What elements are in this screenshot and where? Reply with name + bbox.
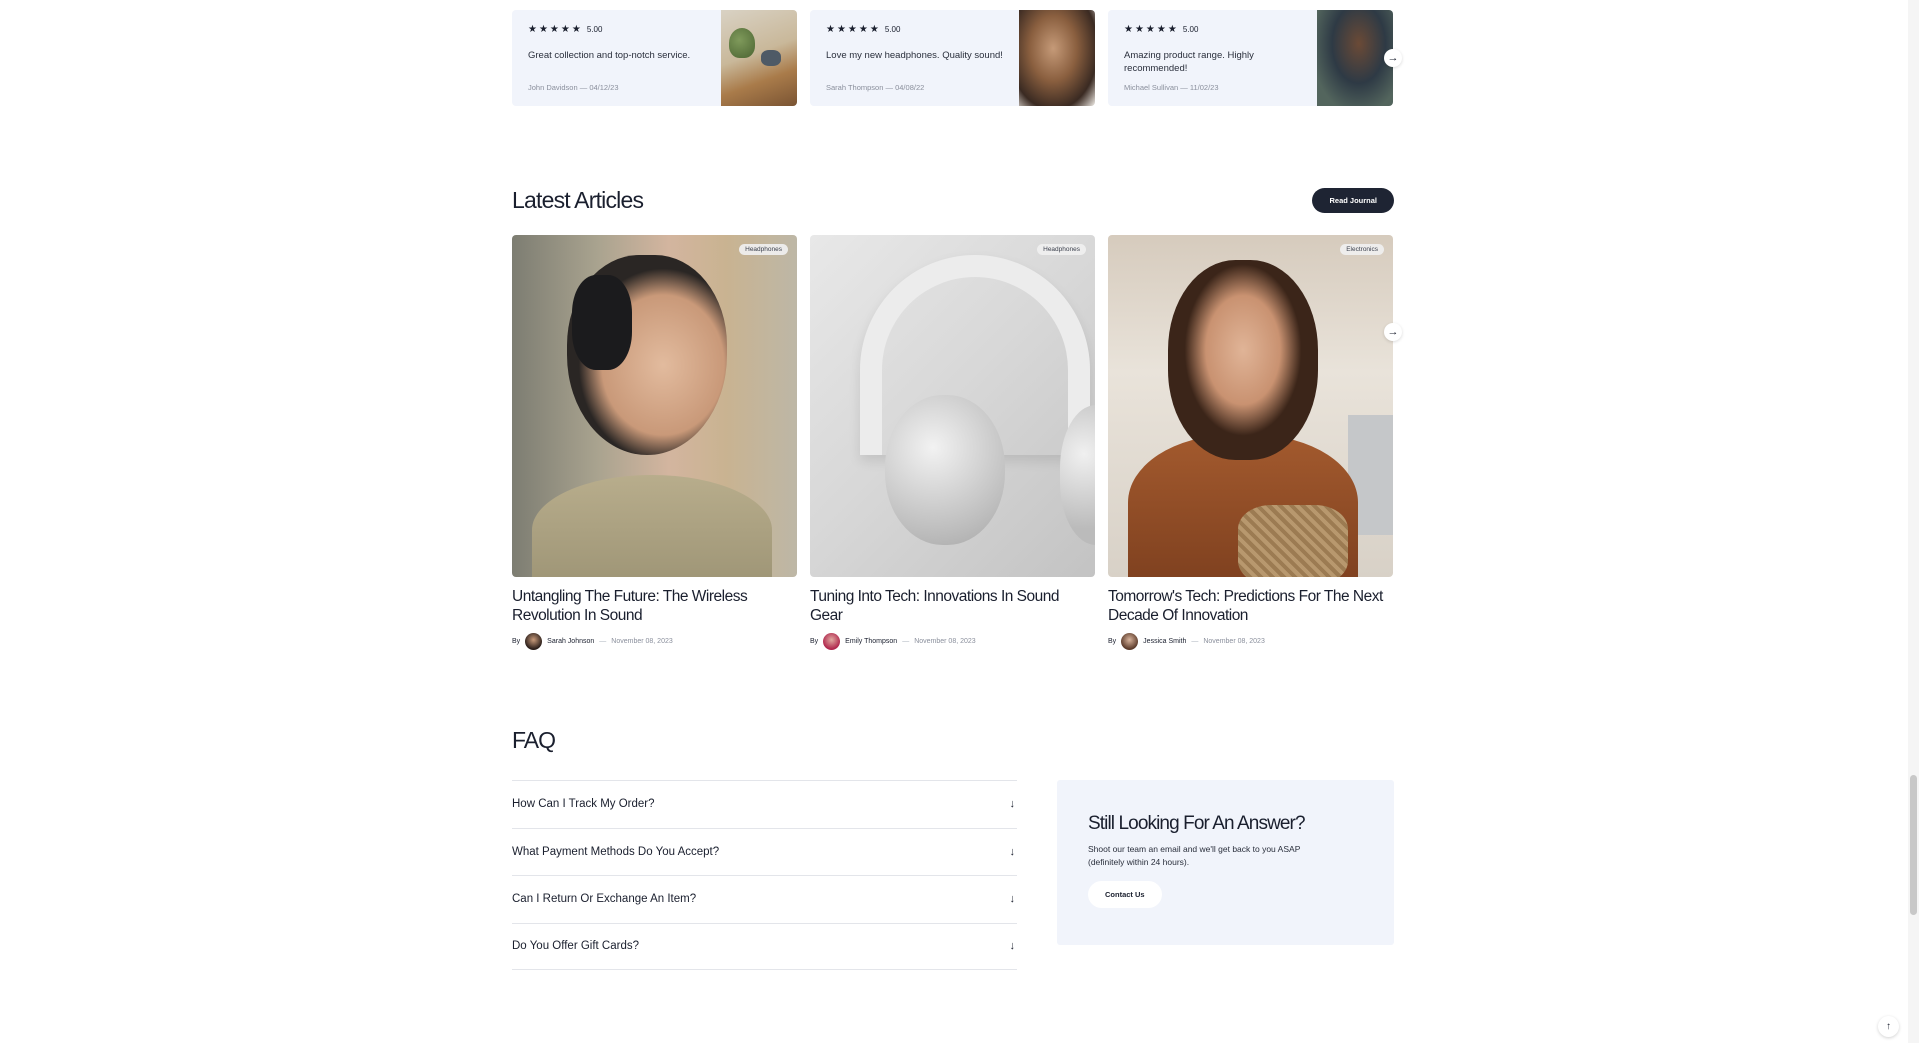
review-image xyxy=(1019,10,1095,106)
review-score: 5.00 xyxy=(586,25,603,34)
article-title[interactable]: Tomorrow's Tech: Predictions For The Nex… xyxy=(1108,587,1393,625)
faq-list: How Can I Track My Order? ↓ What Payment… xyxy=(512,780,1017,970)
article-author[interactable]: Jessica Smith xyxy=(1143,638,1186,645)
meta-separator: — xyxy=(902,638,910,645)
review-body: ★★★★★ 5.00 Great collection and top-notc… xyxy=(512,10,721,106)
article-date: November 08, 2023 xyxy=(914,638,976,645)
review-card: ★★★★★ 5.00 Love my new headphones. Quali… xyxy=(810,10,1095,106)
stars-icon: ★★★★★ xyxy=(528,24,583,35)
review-author: Sarah Thompson xyxy=(826,83,884,92)
review-meta: John Davidson — 04/12/23 xyxy=(528,83,705,92)
article-tag[interactable]: Headphones xyxy=(739,244,788,255)
arrow-down-icon[interactable]: ↓ xyxy=(1010,893,1016,905)
scrollbar-thumb[interactable] xyxy=(1910,775,1917,915)
faq-question[interactable]: Can I Return Or Exchange An Item? xyxy=(512,893,696,905)
article-image[interactable]: Electronics xyxy=(1108,235,1393,577)
by-label: By xyxy=(512,638,521,645)
review-score: 5.00 xyxy=(884,25,901,34)
stars-icon: ★★★★★ xyxy=(1124,24,1179,35)
faq-item[interactable]: How Can I Track My Order? ↓ xyxy=(512,780,1017,828)
faq-question[interactable]: How Can I Track My Order? xyxy=(512,798,655,810)
review-score: 5.00 xyxy=(1182,25,1199,34)
article-date: November 08, 2023 xyxy=(1203,638,1265,645)
faq-item[interactable]: Do You Offer Gift Cards? ↓ xyxy=(512,922,1017,970)
contact-us-button[interactable]: Contact Us xyxy=(1088,881,1162,908)
article-card[interactable]: Headphones Tuning Into Tech: Innovations… xyxy=(810,235,1095,655)
articles-next-arrow-icon[interactable]: → xyxy=(1384,323,1402,341)
review-body: ★★★★★ 5.00 Amazing product range. Highly… xyxy=(1108,10,1317,106)
section-title: Latest Articles xyxy=(512,186,644,213)
review-date: 04/12/23 xyxy=(589,83,619,92)
faq-title: FAQ xyxy=(512,727,556,753)
review-text: Great collection and top-notch service. xyxy=(528,50,691,61)
article-date: November 08, 2023 xyxy=(611,638,673,645)
faq-question[interactable]: Do You Offer Gift Cards? xyxy=(512,940,639,952)
faq-item[interactable]: What Payment Methods Do You Accept? ↓ xyxy=(512,827,1017,876)
avatar xyxy=(525,633,543,650)
article-card[interactable]: Headphones Untangling The Future: The Wi… xyxy=(512,235,797,655)
review-image xyxy=(721,10,797,106)
articles-carousel: Headphones Untangling The Future: The Wi… xyxy=(512,235,1394,655)
contact-prompt-box: Still Looking For An Answer? Shoot our t… xyxy=(1057,780,1394,945)
reviews-carousel: ★★★★★ 5.00 Great collection and top-notc… xyxy=(512,10,1394,106)
faq-header: FAQ xyxy=(512,727,1394,754)
review-author: John Davidson xyxy=(528,83,578,92)
article-author[interactable]: Emily Thompson xyxy=(845,638,897,645)
review-text: Love my new headphones. Quality sound! xyxy=(826,50,1003,61)
article-tag[interactable]: Electronics xyxy=(1340,244,1384,255)
review-rating: ★★★★★ 5.00 xyxy=(1124,24,1301,35)
arrow-down-icon[interactable]: ↓ xyxy=(1010,798,1016,810)
review-separator: — xyxy=(1180,83,1188,92)
article-author[interactable]: Sarah Johnson xyxy=(547,638,594,645)
review-text: Amazing product range. Highly recommende… xyxy=(1124,50,1254,74)
avatar xyxy=(823,633,841,650)
reviews-next-arrow-icon[interactable]: → xyxy=(1384,49,1402,67)
review-date: 04/08/22 xyxy=(895,83,925,92)
review-separator: — xyxy=(885,83,894,92)
faq-item[interactable]: Can I Return Or Exchange An Item? ↓ xyxy=(512,875,1017,923)
page-scrollbar[interactable] xyxy=(1908,0,1919,1043)
read-journal-button[interactable]: Read Journal xyxy=(1312,187,1394,213)
review-rating: ★★★★★ 5.00 xyxy=(826,24,1003,35)
article-image[interactable]: Headphones xyxy=(512,235,797,577)
article-meta: By Sarah Johnson — November 08, 2023 xyxy=(512,633,797,650)
avatar xyxy=(1121,633,1139,650)
faq-question[interactable]: What Payment Methods Do You Accept? xyxy=(512,846,719,858)
contact-prompt-text: Shoot our team an email and we'll get ba… xyxy=(1088,844,1301,867)
article-image[interactable]: Headphones xyxy=(810,235,1095,577)
article-meta: By Jessica Smith — November 08, 2023 xyxy=(1108,633,1393,650)
review-separator: — xyxy=(579,83,588,92)
by-label: By xyxy=(1108,638,1117,645)
article-meta: By Emily Thompson — November 08, 2023 xyxy=(810,633,1095,650)
review-rating: ★★★★★ 5.00 xyxy=(528,24,705,35)
arrow-down-icon[interactable]: ↓ xyxy=(1010,940,1016,952)
review-author: Michael Sullivan xyxy=(1124,83,1179,92)
review-body: ★★★★★ 5.00 Love my new headphones. Quali… xyxy=(810,10,1019,106)
meta-separator: — xyxy=(599,638,607,645)
review-date: 11/02/23 xyxy=(1189,83,1219,92)
articles-header: Latest Articles Read Journal xyxy=(512,182,1394,218)
stars-icon: ★★★★★ xyxy=(826,24,881,35)
article-card[interactable]: Electronics Tomorrow's Tech: Predictions… xyxy=(1108,235,1393,655)
review-meta: Sarah Thompson — 04/08/22 xyxy=(826,83,1003,92)
review-card: ★★★★★ 5.00 Amazing product range. Highly… xyxy=(1108,10,1393,106)
review-card: ★★★★★ 5.00 Great collection and top-notc… xyxy=(512,10,797,106)
by-label: By xyxy=(810,638,819,645)
arrow-down-icon[interactable]: ↓ xyxy=(1010,846,1016,858)
review-image xyxy=(1317,10,1393,106)
meta-separator: — xyxy=(1191,638,1199,645)
contact-prompt-title: Still Looking For An Answer? xyxy=(1088,813,1306,834)
article-title[interactable]: Untangling The Future: The Wireless Revo… xyxy=(512,587,797,625)
article-title[interactable]: Tuning Into Tech: Innovations In Sound G… xyxy=(810,587,1095,625)
back-to-top-arrow-icon[interactable]: ↑ xyxy=(1878,1016,1899,1037)
article-tag[interactable]: Headphones xyxy=(1037,244,1086,255)
review-meta: Michael Sullivan — 11/02/23 xyxy=(1124,83,1301,92)
